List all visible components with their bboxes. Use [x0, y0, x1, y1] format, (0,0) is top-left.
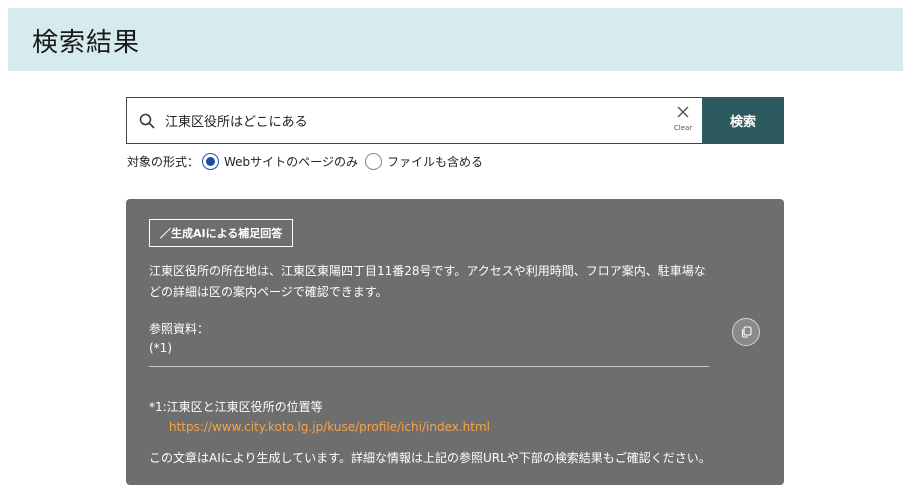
references-label: 参照資料：	[149, 322, 210, 336]
divider	[149, 366, 709, 367]
search-input[interactable]	[165, 113, 645, 128]
clear-label: Clear	[673, 124, 693, 132]
ai-answer-panel: ／生成AIによる補足回答 江東区役所の所在地は、江東区東陽四丁目11番28号です…	[126, 199, 784, 485]
copy-button[interactable]	[732, 318, 760, 346]
citation-title: *1:江東区と江東区役所の位置等	[149, 400, 323, 414]
scope-option-include-files[interactable]: ファイルも含める	[362, 152, 483, 170]
search-box: Clear	[126, 97, 702, 144]
ai-disclaimer: この文章はAIにより生成しています。詳細な情報は上記の参照URLや下部の検索結果…	[149, 451, 711, 465]
radio-include-files[interactable]	[364, 152, 382, 170]
scope-option-web-pages[interactable]: Webサイトのページのみ	[199, 152, 358, 170]
ai-answer-text: 江東区役所の所在地は、江東区東陽四丁目11番28号です。アクセスや利用時間、フロ…	[149, 264, 706, 299]
scope-option-label: Webサイトのページのみ	[224, 154, 358, 169]
clear-button[interactable]: Clear	[672, 104, 694, 138]
citation-link[interactable]: https://www.city.koto.lg.jp/kuse/profile…	[169, 418, 490, 436]
search-icon	[137, 111, 157, 131]
close-icon	[676, 104, 690, 123]
scope-option-label: ファイルも含める	[386, 154, 483, 169]
reference-marker: (*1)	[149, 341, 172, 355]
page-title: 検索結果	[32, 28, 141, 58]
copy-icon	[740, 323, 752, 342]
page-header: 検索結果	[8, 8, 903, 71]
search-button[interactable]: 検索	[702, 97, 784, 144]
ai-answer-badge: ／生成AIによる補足回答	[149, 219, 294, 247]
scope-label: 対象の形式：	[127, 154, 200, 169]
search-bar: Clear 検索	[126, 97, 784, 144]
search-scope: 対象の形式： Webサイトのページのみ ファイルも含める	[127, 151, 487, 171]
radio-web-pages[interactable]	[202, 152, 220, 170]
